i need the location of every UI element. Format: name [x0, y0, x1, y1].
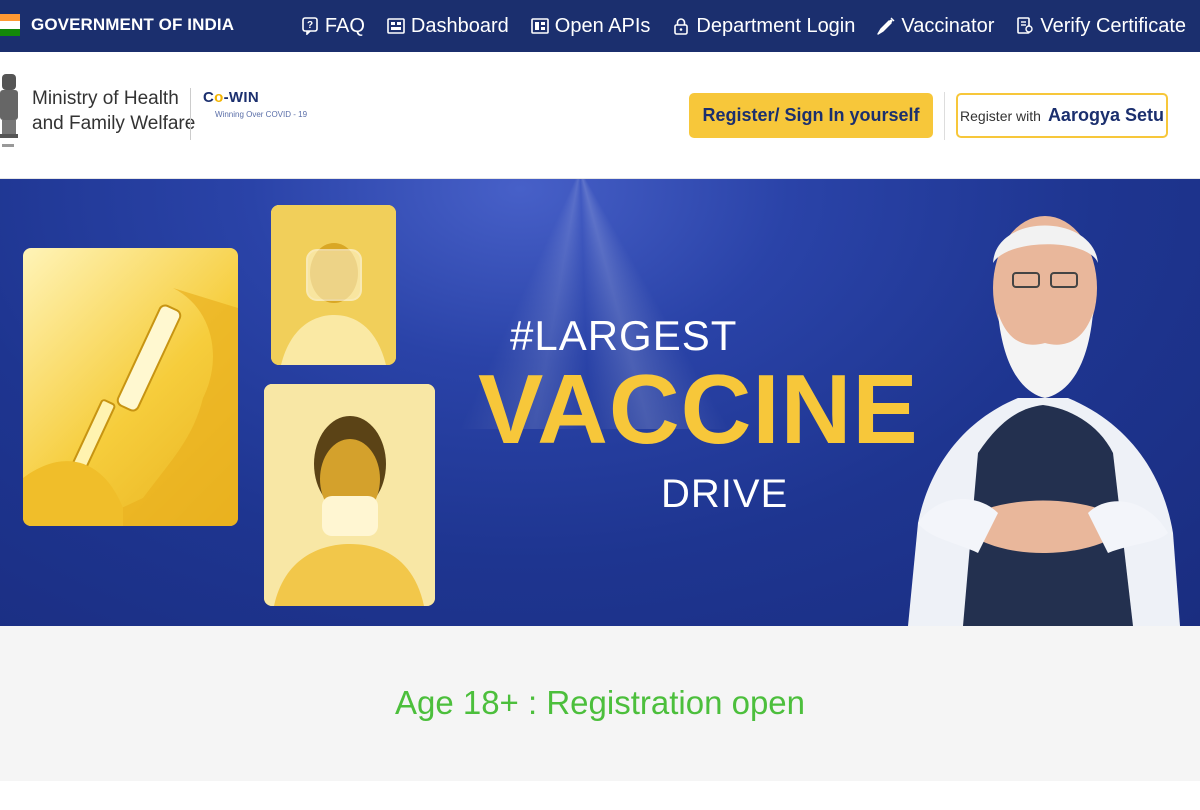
nav-verify-certificate[interactable]: Verify Certificate: [1016, 15, 1186, 38]
hero-banner: #LARGEST VACCINE DRIVE: [0, 179, 1200, 626]
cowin-logo-win: -WIN: [223, 89, 259, 106]
cowin-logo-o: o: [214, 89, 224, 106]
certificate-icon: [1017, 17, 1034, 34]
man-face-shield-photo: [271, 205, 396, 365]
nav-vaccinator-label: Vaccinator: [901, 14, 995, 37]
cowin-logo-c: C: [203, 89, 215, 106]
cowin-tagline: Winning Over COVID - 19: [215, 110, 308, 119]
prime-minister-photo: [908, 216, 1180, 626]
top-bar: GOVERNMENT OF INDIA ? FAQ Dashboard Open…: [0, 0, 1200, 52]
ministry-line-2: and Family Welfare: [32, 113, 196, 134]
nav-dashboard-label: Dashboard: [410, 14, 509, 37]
ministry-line-1: Ministry of Health: [32, 88, 179, 109]
dashboard-icon: [387, 18, 405, 34]
syringe-icon: [877, 17, 895, 35]
banner-line-2: VACCINE: [478, 354, 919, 464]
nav-vaccinator[interactable]: Vaccinator: [877, 15, 994, 38]
nav-open-apis[interactable]: Open APIs: [530, 14, 651, 38]
site-header: Ministry of Health and Family Welfare Co…: [0, 52, 1200, 179]
faq-icon: ?: [302, 17, 318, 35]
header-divider: [190, 88, 191, 140]
ministry-name: Ministry of Health and Family Welfare: [32, 86, 195, 136]
aarogya-prefix: Register with: [960, 107, 1041, 124]
national-emblem-icon: [0, 74, 18, 147]
button-divider: [944, 92, 945, 140]
register-sign-in-button[interactable]: Register/ Sign In yourself: [689, 93, 933, 138]
india-flag-icon: [0, 14, 20, 36]
register-aarogya-setu-button[interactable]: Register with Aarogya Setu: [956, 93, 1168, 138]
nav-faq[interactable]: ? FAQ: [301, 15, 365, 38]
lock-icon: [674, 18, 689, 35]
nav-open-apis-label: Open APIs: [554, 14, 651, 37]
banner-line-1: #LARGEST: [510, 312, 738, 359]
aarogya-name: Aarogya Setu: [1047, 105, 1164, 125]
footer-strip: [0, 781, 1200, 810]
nav-verify-certificate-label: Verify Certificate: [1040, 14, 1186, 37]
api-icon: [530, 18, 549, 34]
banner-line-3: DRIVE: [661, 472, 789, 516]
svg-text:?: ?: [307, 20, 313, 31]
nav-department-login-label: Department Login: [696, 14, 856, 37]
nav-department-login[interactable]: Department Login: [672, 15, 855, 38]
nav-faq-label: FAQ: [324, 14, 365, 37]
nav-dashboard[interactable]: Dashboard: [387, 15, 509, 38]
registration-status-text: Age 18+ : Registration open: [394, 684, 806, 721]
vaccine-vial-photo: [23, 248, 238, 526]
cowin-logo[interactable]: Co-WIN: [203, 89, 259, 106]
woman-mask-photo: [264, 384, 435, 606]
top-nav: ? FAQ Dashboard Open APIs Department Log…: [301, 0, 1186, 52]
government-label: GOVERNMENT OF INDIA: [31, 15, 235, 34]
status-section: Age 18+ : Registration open: [0, 626, 1200, 781]
